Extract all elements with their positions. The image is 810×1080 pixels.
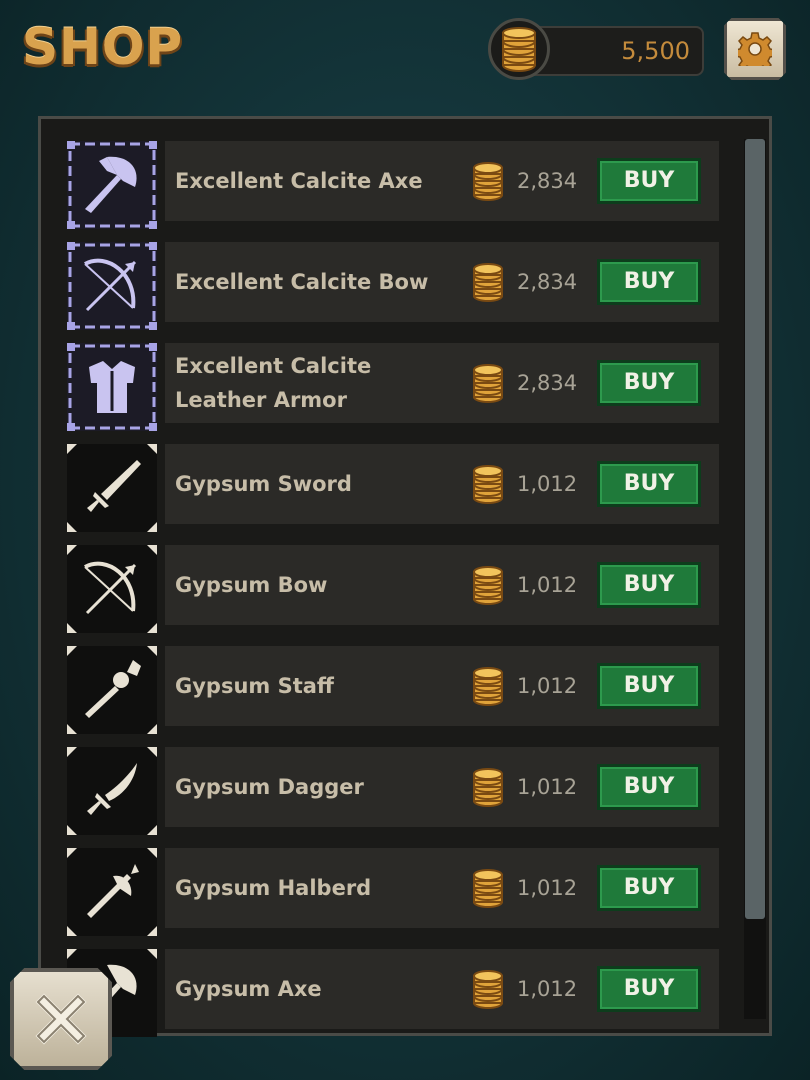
item-price: 2,834 bbox=[517, 270, 578, 294]
coin-stack-icon bbox=[473, 667, 503, 706]
buy-button[interactable]: BUY bbox=[597, 259, 701, 305]
item-name: Gypsum Bow bbox=[175, 573, 328, 597]
item-price: 1,012 bbox=[517, 775, 578, 799]
buy-button[interactable]: BUY bbox=[597, 158, 701, 204]
shop-item-row: Excellent Calcite Axe 2,834 BUY bbox=[67, 141, 721, 229]
buy-button[interactable]: BUY bbox=[597, 865, 701, 911]
item-bar: Gypsum Sword 1,012 BUY bbox=[165, 444, 719, 524]
item-bar: Gypsum Halberd 1,012 BUY bbox=[165, 848, 719, 928]
item-icon-frame bbox=[67, 141, 157, 229]
bow-icon bbox=[84, 561, 137, 615]
coin-stack-icon bbox=[473, 970, 503, 1009]
item-bar: Excellent Calcite Leather Armor 2,834 BU… bbox=[165, 343, 719, 423]
item-name: Gypsum Dagger bbox=[175, 775, 364, 799]
item-name: Excellent Calcite Bow bbox=[175, 270, 429, 294]
gear-icon bbox=[738, 32, 772, 66]
item-price: 1,012 bbox=[517, 573, 578, 597]
item-icon-frame bbox=[67, 343, 157, 431]
shop-item-row: Gypsum Bow 1,012 BUY bbox=[67, 545, 721, 633]
shop-item-row: Excellent Calcite Bow 2,834 BUY bbox=[67, 242, 721, 330]
settings-button[interactable] bbox=[724, 18, 786, 80]
coin-stack-icon bbox=[473, 465, 503, 504]
axe-icon bbox=[85, 156, 137, 213]
item-price: 1,012 bbox=[517, 876, 578, 900]
scrollbar-track[interactable] bbox=[744, 139, 766, 1019]
staff-icon bbox=[85, 660, 141, 718]
shop-title: SHOP bbox=[22, 18, 184, 76]
coin-balance-amount: 5,500 bbox=[621, 37, 690, 65]
buy-button[interactable]: BUY bbox=[597, 966, 701, 1012]
item-name: Gypsum Halberd bbox=[175, 876, 372, 900]
item-name: Gypsum Axe bbox=[175, 977, 322, 1001]
item-bar: Gypsum Axe 1,012 BUY bbox=[165, 949, 719, 1029]
coin-stack-icon bbox=[473, 263, 503, 302]
close-button[interactable] bbox=[10, 968, 112, 1070]
item-price: 1,012 bbox=[517, 472, 578, 496]
item-name: Excellent Calcite Leather Armor bbox=[175, 354, 372, 412]
item-icon-frame bbox=[67, 646, 157, 734]
item-price: 1,012 bbox=[517, 674, 578, 698]
coin-stack-icon bbox=[488, 18, 550, 80]
shop-panel: Excellent Calcite Axe 2,834 BUY Excellen… bbox=[38, 116, 772, 1037]
buy-button[interactable]: BUY bbox=[597, 360, 701, 406]
halberd-icon bbox=[87, 864, 139, 918]
item-icon-frame bbox=[67, 848, 157, 936]
dagger-icon bbox=[87, 763, 137, 815]
item-price: 2,834 bbox=[517, 169, 578, 193]
item-icon-frame bbox=[67, 545, 157, 633]
item-icon-frame bbox=[67, 242, 157, 330]
item-bar: Excellent Calcite Axe 2,834 BUY bbox=[165, 141, 719, 221]
close-icon bbox=[35, 993, 87, 1045]
buy-button[interactable]: BUY bbox=[597, 764, 701, 810]
item-bar: Gypsum Bow 1,012 BUY bbox=[165, 545, 719, 625]
shop-item-row: Gypsum Sword 1,012 BUY bbox=[67, 444, 721, 532]
item-name: Gypsum Staff bbox=[175, 674, 334, 698]
item-icon-frame bbox=[67, 444, 157, 532]
coin-stack-icon bbox=[473, 768, 503, 807]
shop-item-row: Gypsum Dagger 1,012 BUY bbox=[67, 747, 721, 835]
coin-stack-icon bbox=[473, 869, 503, 908]
armor-icon bbox=[89, 361, 135, 413]
item-icon-frame bbox=[67, 747, 157, 835]
coin-stack-icon bbox=[473, 566, 503, 605]
item-bar: Gypsum Dagger 1,012 BUY bbox=[165, 747, 719, 827]
buy-button[interactable]: BUY bbox=[597, 663, 701, 709]
buy-button[interactable]: BUY bbox=[597, 461, 701, 507]
item-bar: Excellent Calcite Bow 2,834 BUY bbox=[165, 242, 719, 322]
shop-item-row: Gypsum Staff 1,012 BUY bbox=[67, 646, 721, 734]
shop-item-row: Gypsum Axe 1,012 BUY bbox=[67, 949, 721, 1037]
buy-button[interactable]: BUY bbox=[597, 562, 701, 608]
coin-stack-icon bbox=[473, 364, 503, 403]
item-name: Gypsum Sword bbox=[175, 472, 352, 496]
scrollbar-thumb[interactable] bbox=[745, 139, 765, 919]
shop-item-row: Gypsum Halberd 1,012 BUY bbox=[67, 848, 721, 936]
sword-icon bbox=[87, 460, 141, 512]
shop-item-list: Excellent Calcite Axe 2,834 BUY Excellen… bbox=[67, 141, 721, 1050]
item-name: Excellent Calcite Axe bbox=[175, 169, 423, 193]
item-price: 1,012 bbox=[517, 977, 578, 1001]
item-price: 2,834 bbox=[517, 371, 578, 395]
item-bar: Gypsum Staff 1,012 BUY bbox=[165, 646, 719, 726]
bow-icon bbox=[84, 258, 137, 312]
coin-stack-icon bbox=[473, 162, 503, 201]
shop-item-row: Excellent Calcite Leather Armor 2,834 BU… bbox=[67, 343, 721, 431]
